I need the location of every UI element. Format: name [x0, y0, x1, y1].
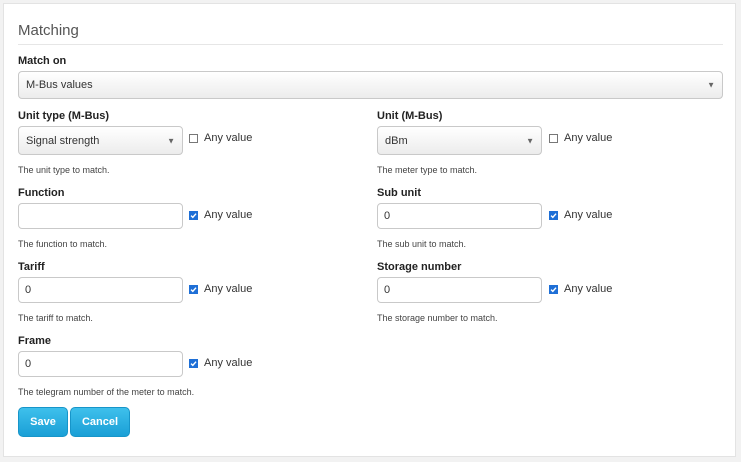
tariff-input[interactable]: 0 — [18, 277, 183, 303]
sub-unit-any-checkbox[interactable]: Any value — [549, 209, 612, 221]
check-icon — [190, 286, 197, 292]
unit-value: dBm — [385, 134, 408, 147]
save-button[interactable]: Save — [18, 407, 68, 437]
frame-input[interactable]: 0 — [18, 351, 183, 377]
function-any-label: Any value — [204, 209, 253, 221]
chevron-down-icon: ▼ — [526, 136, 534, 145]
frame-any-label: Any value — [204, 357, 253, 369]
section-title: Matching — [18, 22, 79, 39]
chevron-down-icon: ▼ — [167, 136, 175, 145]
sub-unit-any-label: Any value — [564, 209, 613, 221]
unit-any-label: Any value — [564, 132, 613, 144]
tariff-help: The tariff to match. — [18, 313, 93, 323]
storage-number-help: The storage number to match. — [377, 313, 498, 323]
unit-any-checkbox[interactable]: Any value — [549, 132, 612, 144]
function-any-checkbox[interactable]: Any value — [189, 209, 252, 221]
sub-unit-help: The sub unit to match. — [377, 239, 467, 249]
check-icon — [190, 212, 197, 218]
chevron-down-icon: ▼ — [707, 80, 715, 90]
unit-type-label: Unit type (M-Bus) — [18, 110, 110, 122]
checkbox-box[interactable] — [189, 284, 198, 294]
unit-select[interactable]: dBm ▼ — [377, 126, 542, 155]
function-label: Function — [18, 187, 65, 199]
unit-type-value: Signal strength — [26, 134, 100, 147]
checkbox-box[interactable] — [189, 358, 198, 368]
checkbox-box[interactable] — [549, 284, 558, 294]
storage-number-any-label: Any value — [564, 283, 613, 295]
checkbox-box[interactable] — [189, 210, 198, 220]
section-divider — [18, 44, 723, 45]
cancel-button[interactable]: Cancel — [70, 407, 130, 437]
unit-type-select[interactable]: Signal strength ▼ — [18, 126, 183, 155]
checkbox-box[interactable] — [189, 133, 198, 143]
tariff-any-label: Any value — [204, 283, 253, 295]
unit-type-any-checkbox[interactable]: Any value — [189, 132, 252, 144]
match-on-label: Match on — [18, 55, 67, 67]
frame-any-checkbox[interactable]: Any value — [189, 357, 252, 369]
unit-label: Unit (M-Bus) — [377, 110, 443, 122]
frame-label: Frame — [18, 335, 52, 347]
check-icon — [550, 212, 557, 218]
sub-unit-input[interactable]: 0 — [377, 203, 542, 229]
match-on-value: M-Bus values — [26, 79, 93, 91]
tariff-any-checkbox[interactable]: Any value — [189, 283, 252, 295]
check-icon — [550, 286, 557, 292]
unit-type-any-label: Any value — [204, 132, 253, 144]
match-on-select[interactable]: M-Bus values ▼ — [18, 71, 723, 99]
checkbox-box[interactable] — [549, 210, 558, 220]
sub-unit-label: Sub unit — [377, 187, 421, 199]
storage-number-any-checkbox[interactable]: Any value — [549, 283, 612, 295]
matching-panel: Matching Match on M-Bus values ▼ Unit ty… — [3, 3, 736, 457]
function-help: The function to match. — [18, 239, 108, 249]
storage-number-input[interactable]: 0 — [377, 277, 542, 303]
storage-number-label: Storage number — [377, 261, 462, 273]
tariff-label: Tariff — [18, 261, 45, 273]
unit-type-help: The unit type to match. — [18, 165, 110, 175]
check-icon — [190, 360, 197, 366]
checkbox-box[interactable] — [549, 133, 558, 143]
unit-help: The meter type to match. — [377, 165, 478, 175]
function-input[interactable] — [18, 203, 183, 229]
frame-help: The telegram number of the meter to matc… — [18, 387, 195, 397]
